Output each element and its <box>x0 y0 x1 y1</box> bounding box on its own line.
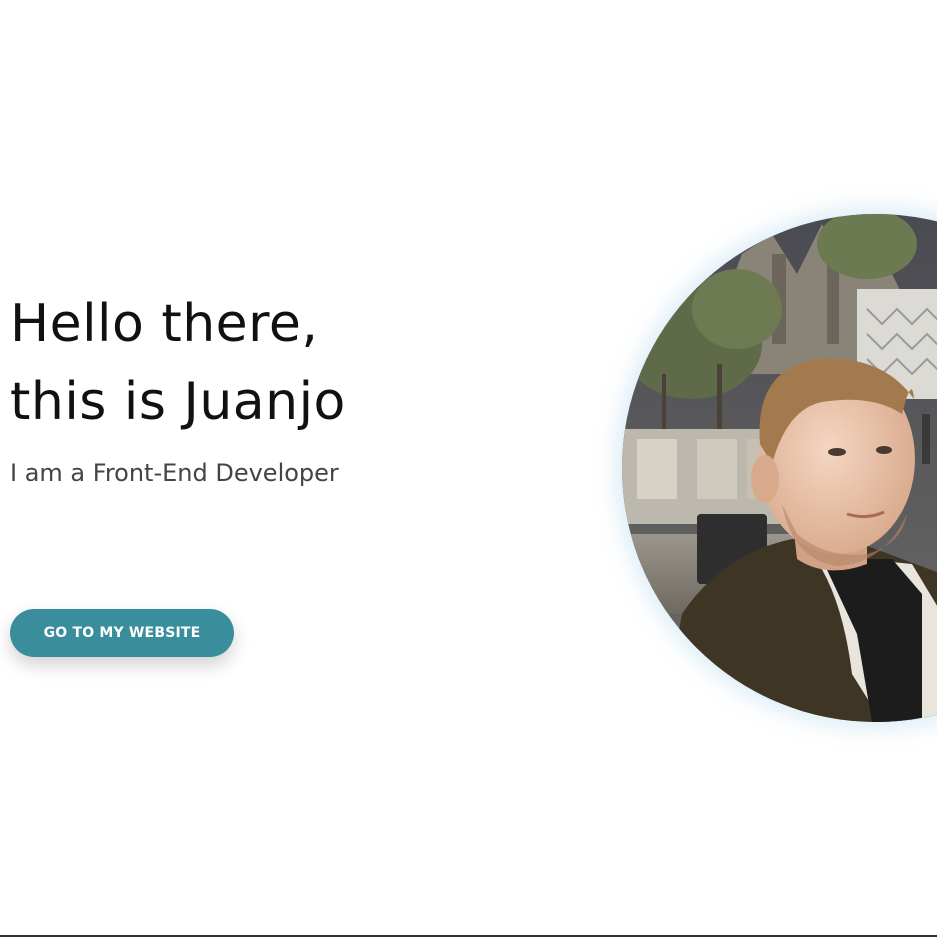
profile-photo-icon <box>622 214 937 722</box>
page-title: Hello there, this is Juanjo <box>10 285 490 441</box>
hero-text: Hello there, this is Juanjo I am a Front… <box>10 285 490 489</box>
subtitle: I am a Front-End Developer <box>10 459 339 487</box>
avatar <box>622 214 937 722</box>
hero-page: Hello there, this is Juanjo I am a Front… <box>0 0 937 937</box>
headline-line-1: Hello there, <box>10 294 319 354</box>
go-to-website-button[interactable]: GO TO MY WEBSITE <box>10 609 234 657</box>
headline-line-2: this is Juanjo <box>10 372 346 432</box>
